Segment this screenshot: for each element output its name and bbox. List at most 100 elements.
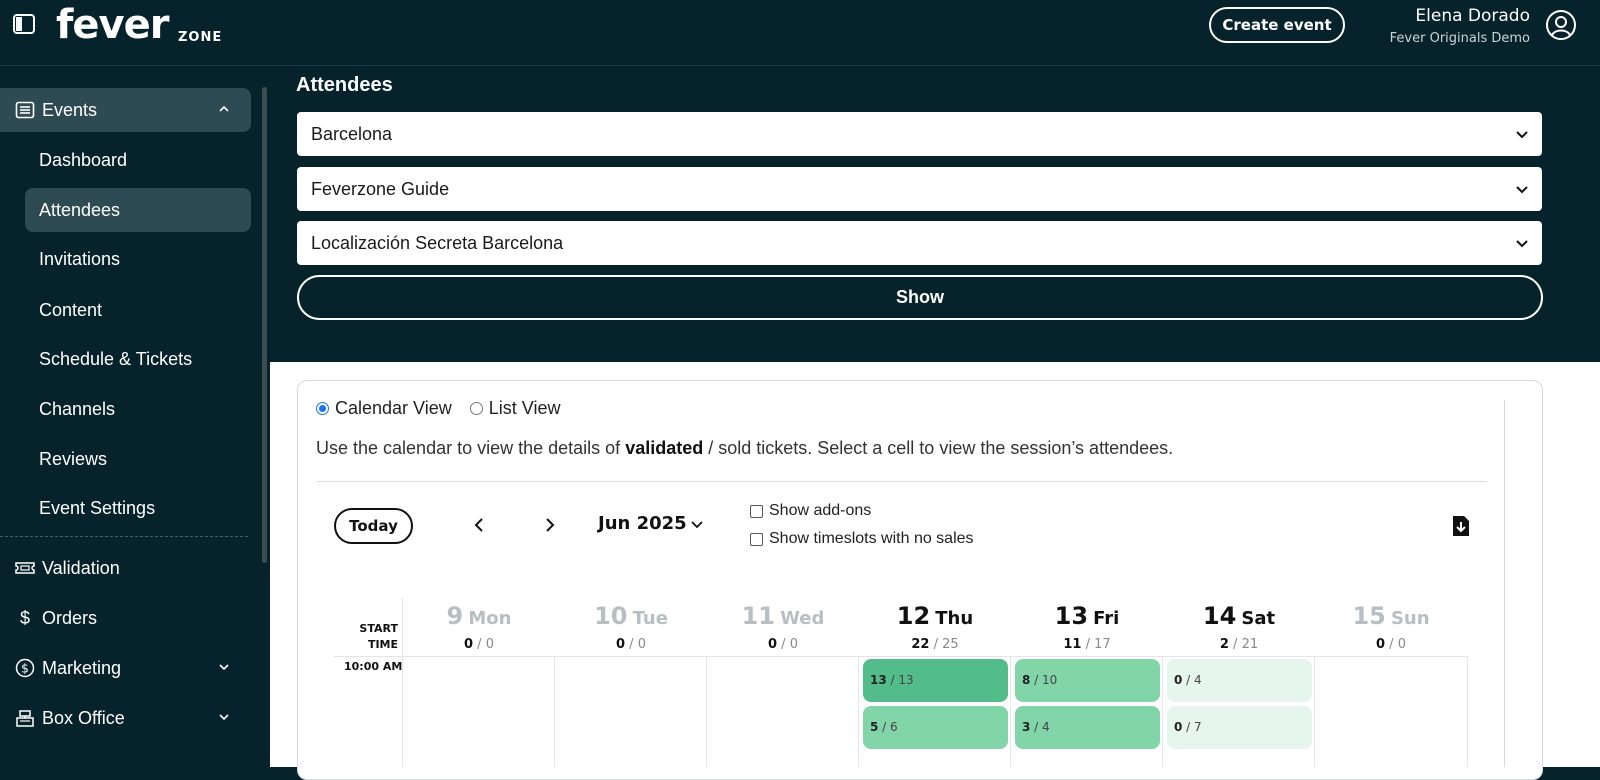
download-icon[interactable] [1452,515,1470,537]
sidebar-item-label: Channels [39,398,116,419]
card-divider [1504,400,1505,767]
day-weekday: Sat [1241,608,1276,629]
grid-line [1467,656,1468,767]
sidebar-item-invitations[interactable]: Invitations [25,237,251,281]
chevron-down-icon [1516,131,1528,139]
show-timeslots-option[interactable]: Show timeslots with no sales [750,530,974,548]
sidebar-item-attendees[interactable]: Attendees [25,188,251,232]
sidebar-item-channels[interactable]: Channels [25,387,251,431]
chevron-down-icon[interactable] [690,518,704,532]
show-addons-label[interactable]: Show add-ons [769,502,871,520]
sold-count: 13 [898,673,914,687]
grid-line [554,656,555,767]
day-header-sun: 15 Sun [1315,602,1467,630]
validated-count: 13 [870,673,887,687]
day-weekday: Tue [632,608,668,629]
grid-line [858,656,859,767]
sidebar: Events Dashboard Attendees Invitations C… [0,67,270,767]
calendar-view-label[interactable]: Calendar View [335,398,452,419]
sidebar-item-orders[interactable]: $ Orders [0,596,251,640]
day-header-sat: 14 Sat [1163,602,1315,630]
sidebar-item-event-settings[interactable]: Event Settings [25,486,251,530]
sidebar-item-label: Schedule & Tickets [39,348,193,369]
day-header-thu: 12 Thu [859,602,1011,630]
sidebar-item-label: Dashboard [39,149,128,170]
show-button[interactable]: Show [297,275,1543,320]
desc-prefix: Use the calendar to view the details of [316,438,626,458]
session-cell[interactable]: 0 / 4 [1167,659,1312,702]
chevron-down-icon [219,664,229,671]
program-select[interactable]: Feverzone Guide [297,167,1542,211]
sidebar-item-validation[interactable]: Validation [0,546,251,590]
show-timeslots-checkbox[interactable] [750,532,763,546]
sidebar-item-events[interactable]: Events [0,88,251,132]
sidebar-item-content[interactable]: Content [25,288,251,332]
sold-count: 0 [485,637,494,652]
sidebar-scrollbar[interactable] [262,87,267,563]
start-time-header: START TIME [340,621,398,653]
today-button[interactable]: Today [334,508,413,544]
venue-select[interactable]: Localización Secreta Barcelona [297,221,1542,265]
chevron-up-icon [219,105,229,112]
day-weekday: Fri [1093,608,1120,629]
session-cell[interactable]: 5 / 6 [863,706,1008,749]
sold-count: 6 [890,720,898,734]
session-cell[interactable]: 0 / 7 [1167,706,1312,749]
sidebar-item-label: Attendees [39,199,121,220]
logo-zone-label: ZONE [178,30,223,45]
chevron-left-icon[interactable] [472,516,486,534]
chevron-down-icon [1516,186,1528,194]
calendar-view-radio[interactable] [316,402,329,415]
day-total-fri: 11 / 17 [1063,637,1111,652]
sold-count: 21 [1241,637,1259,652]
page-title: Attendees [296,74,393,96]
day-total-wed: 0 / 0 [768,637,798,652]
grid-line [1314,656,1315,767]
session-cell[interactable]: 8 / 10 [1015,659,1160,702]
user-avatar-icon[interactable] [1545,9,1577,41]
list-view-radio[interactable] [469,402,483,415]
sidebar-toggle-icon[interactable] [12,12,36,36]
chevron-right-icon[interactable] [543,516,557,534]
day-weekday: Mon [468,608,512,629]
session-cell[interactable]: 3 / 4 [1015,706,1160,749]
chevron-down-icon [219,714,229,721]
desc-suffix: / sold tickets. Select a cell to view th… [703,438,1174,458]
start-time-line2: TIME [367,638,398,651]
sidebar-item-label: Invitations [39,248,121,269]
ticket-icon [14,557,36,579]
day-total-tue: 0 / 0 [616,637,646,652]
user-name[interactable]: Elena Dorado [1415,6,1530,26]
sidebar-item-label: Marketing [42,657,122,678]
day-number: 12 [896,602,931,630]
sold-count: 4 [1194,673,1202,687]
session-cell[interactable]: 13 / 13 [863,659,1008,702]
grid-line [1162,656,1163,767]
month-selector[interactable]: Jun 2025 [598,513,687,534]
create-event-button[interactable]: Create event [1209,7,1345,43]
sold-count: 4 [1042,720,1050,734]
sidebar-item-label: Orders [42,607,98,628]
list-view-label[interactable]: List View [489,398,561,419]
sidebar-item-box-office[interactable]: Box Office [0,696,251,740]
grid-line [706,656,707,767]
show-timeslots-label[interactable]: Show timeslots with no sales [769,530,974,548]
show-addons-checkbox[interactable] [750,504,763,518]
sidebar-item-marketing[interactable]: $ Marketing [0,646,251,690]
sidebar-item-label: Validation [42,557,120,578]
city-select[interactable]: Barcelona [297,112,1542,156]
top-bar: fever ZONE Create event Elena Dorado Fev… [0,0,1600,66]
sidebar-item-dashboard[interactable]: Dashboard [25,138,251,182]
sidebar-item-schedule-tickets[interactable]: Schedule & Tickets [25,337,251,381]
sidebar-item-label: Event Settings [39,497,156,518]
view-toggle: Calendar View List View [316,398,578,419]
day-number: 15 [1352,602,1386,630]
sidebar-item-reviews[interactable]: Reviews [25,437,251,481]
validated-count: 22 [911,637,930,652]
show-addons-option[interactable]: Show add-ons [750,502,871,520]
sold-count: 7 [1194,720,1202,734]
svg-text:$: $ [21,662,29,676]
cash-register-icon [14,707,36,729]
fever-logo[interactable]: fever [56,2,169,48]
day-header-tue: 10 Tue [555,602,707,630]
